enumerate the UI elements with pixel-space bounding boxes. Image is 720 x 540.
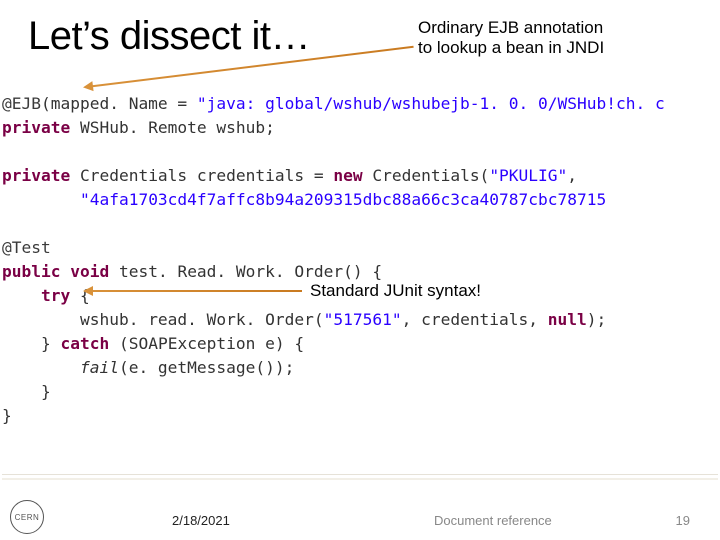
code-text: () { (343, 262, 382, 281)
code-keyword: try (41, 286, 80, 305)
code-text: ); (587, 310, 607, 329)
code-call: fail (80, 358, 119, 377)
cern-logo-icon: CERN (10, 500, 44, 534)
arrow-to-test-annotation (86, 290, 302, 292)
code-keyword: new (333, 166, 372, 185)
code-text: } (41, 382, 51, 401)
code-keyword: null (548, 310, 587, 329)
annotation-ejb: Ordinary EJB annotation to lookup a bean… (418, 18, 604, 59)
code-keyword: catch (60, 334, 118, 353)
code-text: Credentials( (372, 166, 489, 185)
divider (2, 478, 718, 480)
code-type: WSHub. Remote (80, 118, 216, 137)
code-var: credentials (197, 166, 304, 185)
code-string: "PKULIG" (489, 166, 567, 185)
code-keyword: private (2, 166, 80, 185)
code-text: , (567, 166, 577, 185)
divider (2, 474, 718, 475)
code-annotation-ejb: @EJB (2, 94, 41, 113)
footer-reference: Document reference (434, 513, 552, 528)
code-text: } (2, 406, 12, 425)
code-text: (SOAPException e) { (119, 334, 304, 353)
code-var: wshub (216, 118, 265, 137)
code-annotation-test: @Test (2, 238, 51, 257)
code-text: = (304, 166, 333, 185)
code-keyword: void (70, 262, 119, 281)
footer-date: 2/18/2021 (172, 513, 230, 528)
code-text: } (41, 334, 61, 353)
code-text: (e. getMessage()); (119, 358, 294, 377)
footer-page-number: 19 (676, 513, 690, 528)
code-block: @EJB(mapped. Name = "java: global/wshub/… (2, 92, 665, 428)
code-keyword: private (2, 118, 80, 137)
code-text: , credentials, (402, 310, 548, 329)
code-string: "4afa1703cd4f7affc8b94a209315dbc88a66c3c… (80, 190, 606, 209)
code-type: Credentials (80, 166, 197, 185)
slide-title: Let’s dissect it… (28, 14, 310, 59)
annotation-ejb-line2: to lookup a bean in JNDI (418, 38, 604, 57)
code-method: test. Read. Work. Order (119, 262, 343, 281)
annotation-junit: Standard JUnit syntax! (310, 281, 481, 301)
slide-footer: CERN 2/18/2021 Document reference 19 (0, 498, 720, 540)
code-text: (mapped. Name = (41, 94, 197, 113)
code-keyword: public (2, 262, 70, 281)
annotation-ejb-line1: Ordinary EJB annotation (418, 18, 603, 37)
code-call: wshub. read. Work. Order( (80, 310, 324, 329)
code-string: "java: global/wshub/wshubejb-1. 0. 0/WSH… (197, 94, 665, 113)
code-text: ; (265, 118, 275, 137)
code-string: "517561" (324, 310, 402, 329)
